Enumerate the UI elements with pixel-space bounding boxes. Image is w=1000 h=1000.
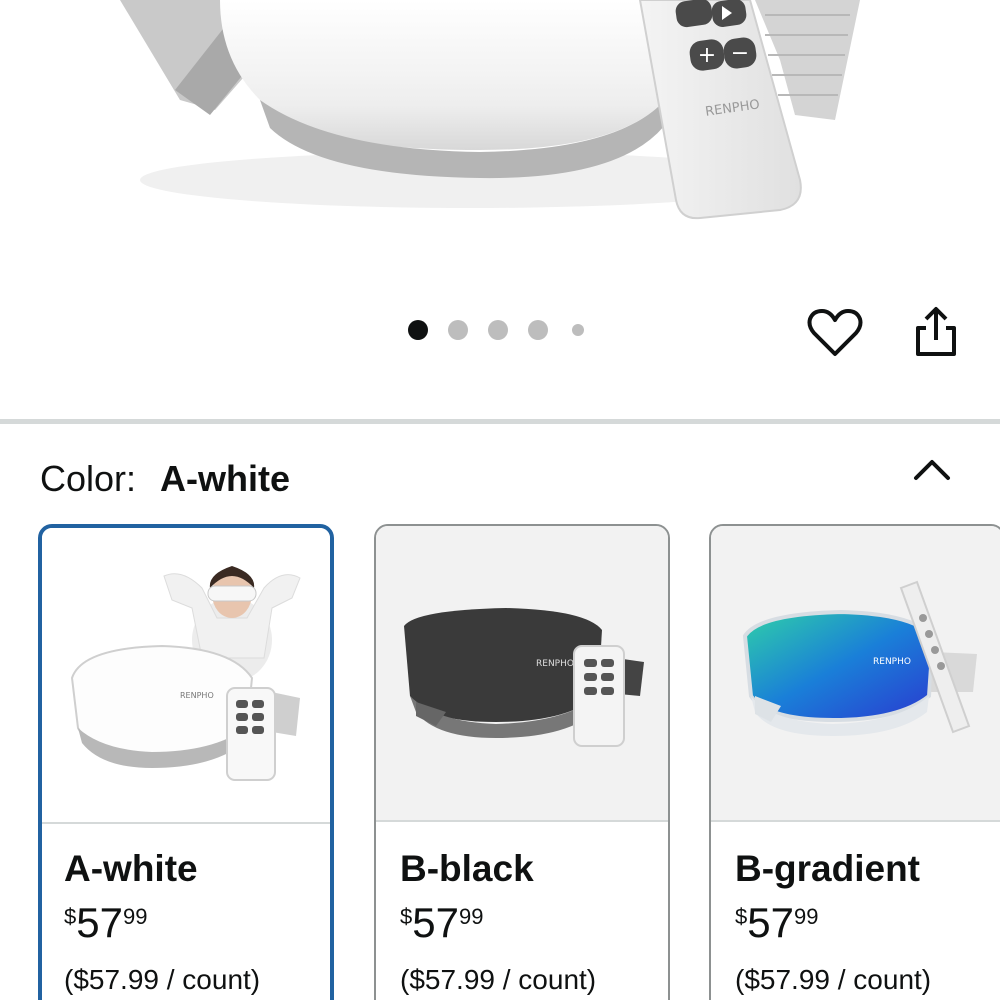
svg-text:RENPHO: RENPHO (180, 691, 214, 700)
image-carousel-indicator[interactable] (408, 320, 604, 340)
color-selector-header: Color: A-white (40, 458, 290, 500)
svg-text:−: − (731, 41, 749, 66)
svg-text:RENPHO: RENPHO (536, 659, 574, 669)
share-icon (916, 307, 956, 356)
price-fraction: 99 (793, 904, 819, 929)
heart-icon (807, 309, 863, 356)
swatch-image: RENPHO (711, 526, 1000, 822)
price-whole: 57 (412, 899, 459, 946)
swatch-image: RENPHO (42, 528, 330, 824)
price-fraction: 99 (122, 904, 148, 929)
price-symbol: $ (400, 904, 413, 929)
price-fraction: 99 (458, 904, 484, 929)
white-massager-thumbnail: RENPHO (70, 566, 301, 781)
swatch-price: $ 57 99 (64, 900, 147, 946)
color-swatch-b-black[interactable]: RENPHO B-black $ 57 99 ($57.99 / count) (374, 524, 670, 1000)
swatch-name: B-black (400, 848, 534, 889)
chevron-up-icon (914, 460, 950, 480)
color-swatch-b-gradient[interactable]: RENPHO B-gradient $ 57 99 ($57.99 / coun… (709, 524, 1000, 1000)
unit-price: ($57.99 / count) (735, 964, 932, 995)
swatch-name: B-gradient (735, 848, 920, 889)
unit-price: ($57.99 / count) (64, 964, 261, 995)
carousel-dot[interactable] (448, 320, 468, 340)
carousel-dot[interactable] (488, 320, 508, 340)
price-symbol: $ (64, 904, 77, 929)
black-massager-thumbnail: RENPHO (404, 608, 644, 747)
carousel-dot[interactable] (572, 324, 584, 336)
swatch-name: A-white (64, 848, 198, 889)
svg-text:+: + (698, 43, 716, 68)
gradient-massager-thumbnail: RENPHO (742, 580, 977, 736)
collapse-color-button[interactable] (906, 452, 958, 488)
swatch-price: $ 57 99 (400, 900, 483, 946)
price-whole: 57 (76, 899, 123, 946)
price-whole: 57 (747, 899, 794, 946)
color-swatch-a-white[interactable]: RENPHO A-white $ 57 99 ($57.99 / count) (38, 524, 334, 1000)
swatch-image: RENPHO (376, 526, 668, 822)
eye-massager-image: + − RENPHO (120, 0, 860, 220)
color-label: Color: (40, 458, 137, 499)
selected-color-value: A-white (160, 458, 291, 499)
add-to-list-button[interactable] (806, 306, 864, 360)
swatch-price: $ 57 99 (735, 900, 818, 946)
price-symbol: $ (735, 904, 748, 929)
carousel-dot[interactable] (408, 320, 428, 340)
section-divider (0, 419, 1000, 424)
share-button[interactable] (908, 304, 964, 362)
unit-price: ($57.99 / count) (400, 964, 597, 995)
product-main-image[interactable]: + − RENPHO (0, 0, 1000, 300)
carousel-dot[interactable] (528, 320, 548, 340)
svg-text:RENPHO: RENPHO (873, 657, 911, 667)
